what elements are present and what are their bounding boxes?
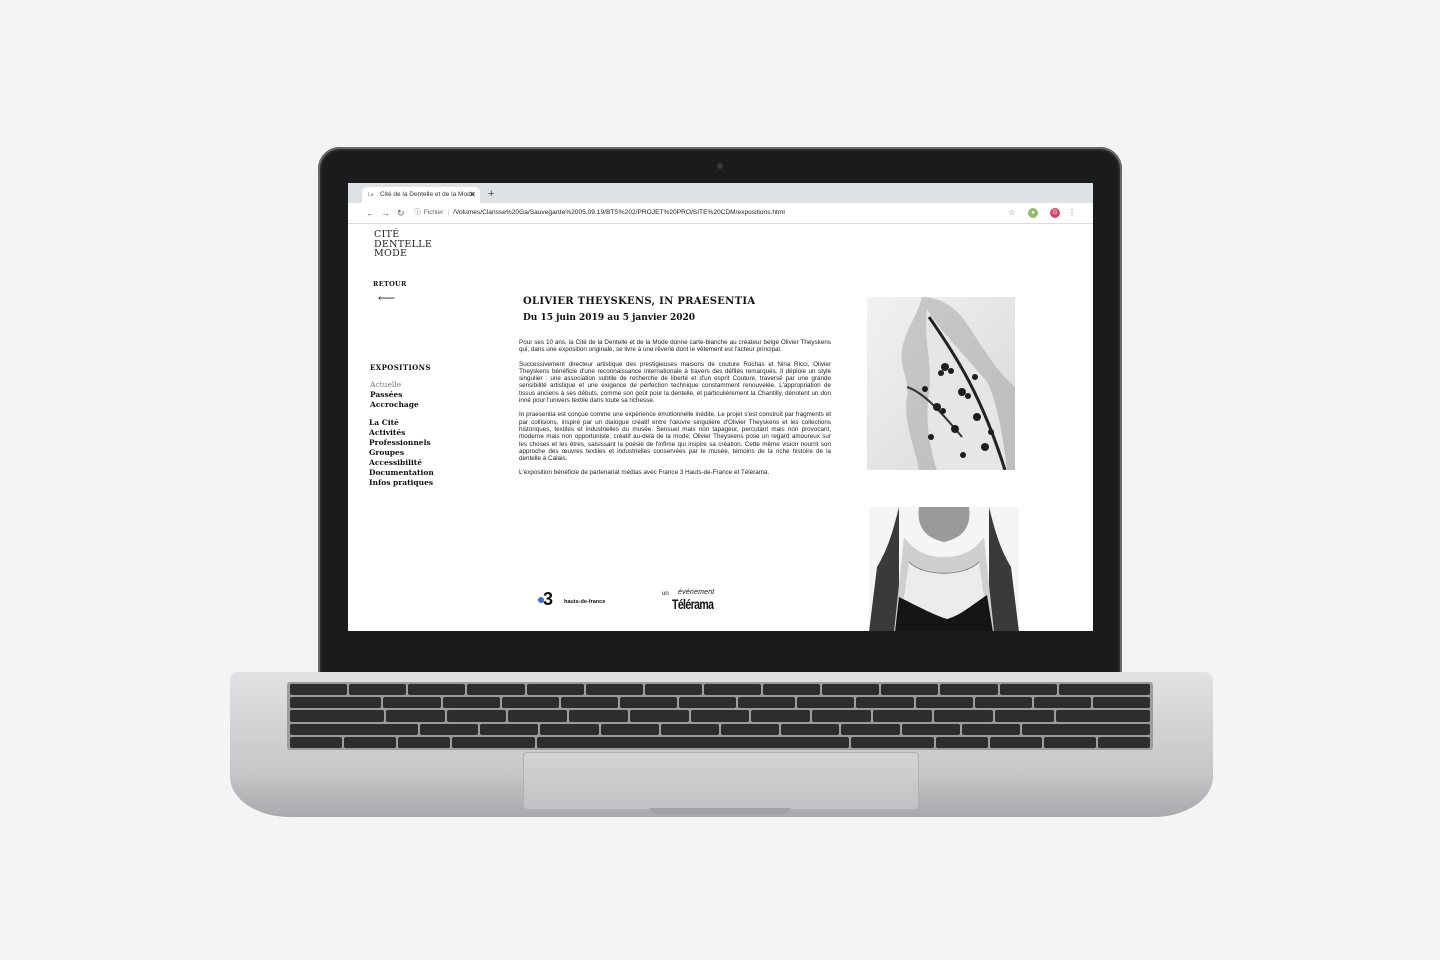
expositions-subnav: Actuelle Passées Accrochage bbox=[370, 380, 419, 410]
new-tab-icon[interactable]: + bbox=[488, 187, 494, 201]
laptop-screen: La Cité de la Dentelle et de la Mode ✕ +… bbox=[348, 183, 1093, 631]
laptop-front-lip bbox=[650, 808, 790, 814]
back-arrow-icon[interactable]: ← bbox=[366, 207, 375, 219]
photo-lace-dress bbox=[867, 297, 1015, 470]
reload-icon[interactable]: ↻ bbox=[397, 207, 405, 219]
logo-line-3: MODE bbox=[374, 248, 408, 259]
browser-address-bar: ← → ↻ ⓘ Fichier |/Volumes/Clarisse%20Ga/Sa… bbox=[348, 203, 1093, 224]
telerama-prefix: un bbox=[662, 591, 669, 597]
telerama-event: événement bbox=[678, 589, 715, 596]
nav-item-accessibilite[interactable]: Accessibilité bbox=[369, 458, 434, 468]
omnibox-url: /Volumes/Clarisse%20Ga/Sauvegarde%2005.0… bbox=[453, 209, 785, 216]
info-icon[interactable]: ⓘ bbox=[414, 209, 421, 216]
nav-item-la-cite[interactable]: La Cité bbox=[369, 418, 434, 428]
tab-close-icon[interactable]: ✕ bbox=[469, 187, 476, 203]
section-title-expositions: EXPOSITIONS bbox=[370, 363, 431, 372]
nav-item-professionnels[interactable]: Professionnels bbox=[369, 438, 434, 448]
browser-tab[interactable]: La Cité de la Dentelle et de la Mode ✕ bbox=[362, 187, 480, 203]
extension-icon[interactable]: ● bbox=[1028, 208, 1038, 218]
tab-title: Cité de la Dentelle et de la Mode bbox=[380, 191, 475, 198]
subnav-item-passees[interactable]: Passées bbox=[370, 390, 419, 400]
omnibox-scheme: Fichier bbox=[423, 209, 444, 216]
laptop-keyboard bbox=[287, 682, 1153, 750]
main-nav: La Cité Activités Professionnels Groupes… bbox=[369, 418, 434, 488]
exhibition-dates: Du 15 juin 2019 au 5 janvier 2020 bbox=[523, 313, 696, 323]
web-page: CITÉ DENTELLE MODE RETOUR ⟵ EXPOSITIONS … bbox=[348, 225, 1093, 631]
omnibox[interactable]: ⓘ Fichier |/Volumes/Clarisse%20Ga/Sauvegar… bbox=[414, 206, 1029, 220]
kebab-menu-icon[interactable]: ⋮ bbox=[1068, 207, 1076, 219]
nav-item-activites[interactable]: Activités bbox=[369, 428, 434, 438]
laptop-trackpad bbox=[523, 752, 919, 810]
telerama-name: Télérama bbox=[672, 596, 714, 612]
paragraph: In praesentia est conçue comme une expér… bbox=[519, 411, 831, 463]
subnav-item-actuelle[interactable]: Actuelle bbox=[370, 380, 419, 390]
france3-number: 3 bbox=[543, 589, 554, 609]
nav-item-documentation[interactable]: Documentation bbox=[369, 468, 434, 478]
paragraph: L'exposition bénéficie de partenariat mé… bbox=[519, 469, 770, 477]
back-arrow-link-icon[interactable]: ⟵ bbox=[378, 291, 395, 305]
exhibition-title: OLIVIER THEYSKENS, IN PRAESENTIA bbox=[523, 296, 756, 307]
tab-favicon-icon: La bbox=[368, 192, 374, 198]
paragraph: Successivement directeur artistique des … bbox=[519, 360, 831, 405]
nav-item-groupes[interactable]: Groupes bbox=[369, 448, 434, 458]
nav-item-infos-pratiques[interactable]: Infos pratiques bbox=[369, 478, 434, 488]
retour-link[interactable]: RETOUR bbox=[373, 280, 407, 288]
star-icon[interactable]: ☆ bbox=[1008, 207, 1015, 219]
omnibox-separator: | bbox=[447, 209, 450, 216]
forward-arrow-icon[interactable]: → bbox=[381, 207, 390, 219]
subnav-item-accrochage[interactable]: Accrochage bbox=[370, 400, 419, 410]
webcam bbox=[717, 163, 723, 169]
exhibition-description: Pour ses 10 ans, la Cité de la Dentelle … bbox=[519, 339, 831, 484]
site-logo[interactable]: CITÉ DENTELLE MODE bbox=[374, 230, 432, 259]
photo-model-gloves bbox=[869, 507, 1019, 631]
browser-tab-bar: La Cité de la Dentelle et de la Mode ✕ + bbox=[348, 183, 1093, 203]
paragraph: Pour ses 10 ans, la Cité de la Dentelle … bbox=[519, 339, 831, 354]
france3-label: hauts-de-france bbox=[564, 599, 606, 605]
profile-avatar[interactable]: G bbox=[1050, 208, 1060, 218]
